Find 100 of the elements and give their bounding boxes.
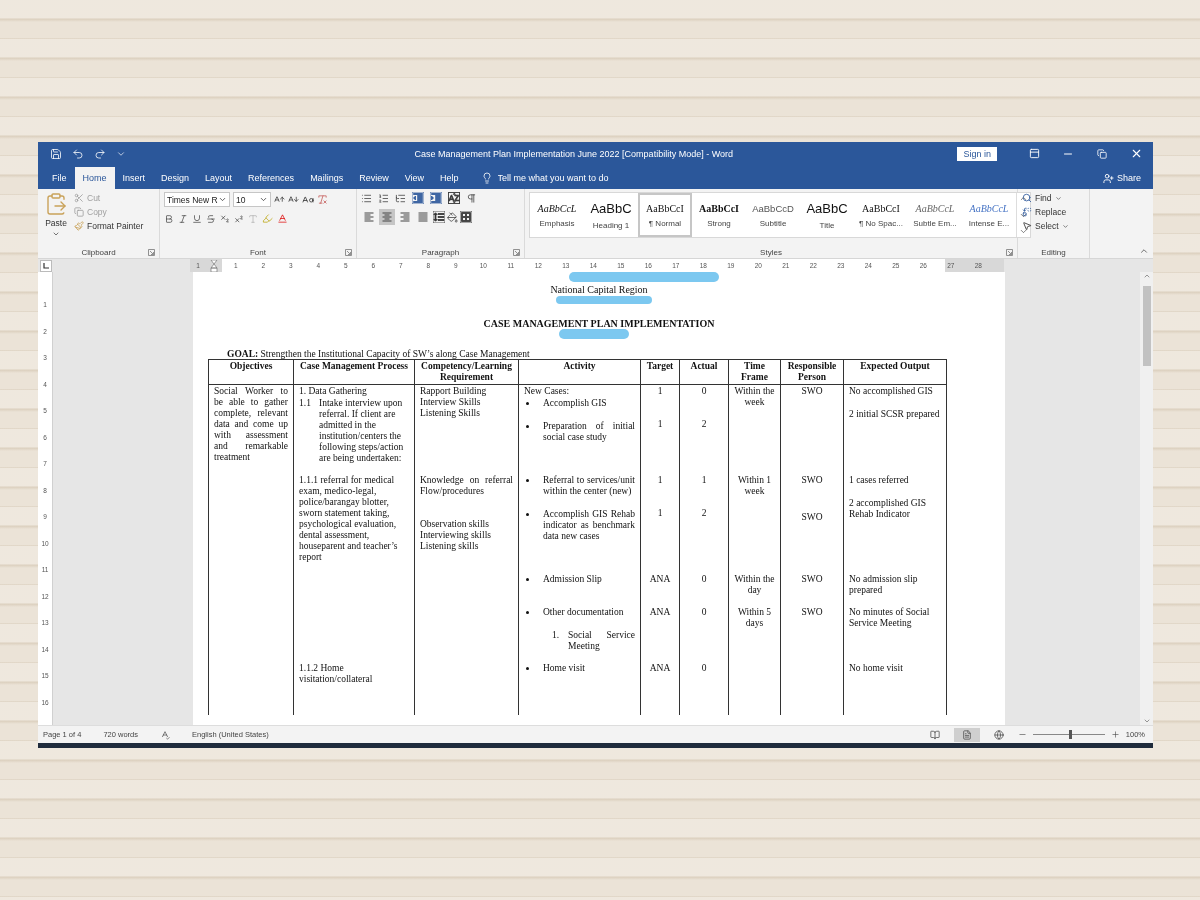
ribbon-tab[interactable]: Insert xyxy=(114,167,154,189)
dialog-launcher-icon[interactable] xyxy=(345,249,352,256)
cell-text: Admission Slip xyxy=(543,574,602,585)
scroll-thumb[interactable] xyxy=(1142,286,1151,366)
more-icon[interactable] xyxy=(1019,227,1028,236)
increase-indent-icon[interactable] xyxy=(430,192,442,204)
group-label: Styles xyxy=(760,247,782,257)
redo-icon[interactable] xyxy=(94,147,106,160)
underline-icon[interactable] xyxy=(192,213,202,224)
font-size-field[interactable]: 10 xyxy=(233,192,271,207)
scroll-down-button[interactable] xyxy=(1142,717,1151,725)
cell-text: Rapport Building Interview Skills Listening Skills xyxy=(420,386,488,419)
cell-text: SWO xyxy=(800,607,824,618)
caret-icon xyxy=(259,195,268,204)
find-button[interactable]: Find xyxy=(1022,192,1069,204)
shading-icon[interactable] xyxy=(447,211,458,223)
cell-text: SWO xyxy=(800,574,824,585)
grow-font-icon[interactable] xyxy=(274,194,285,205)
select-button[interactable]: Select xyxy=(1022,220,1069,232)
ribbon-tab[interactable]: View xyxy=(396,167,432,189)
column-header: Objectives xyxy=(208,359,294,385)
replace-button[interactable]: Replace xyxy=(1022,206,1069,218)
sort-icon[interactable] xyxy=(448,192,460,204)
ribbon-tab[interactable]: Design xyxy=(153,167,198,189)
cell-text: No home visit xyxy=(849,663,904,674)
collapse-ribbon-button[interactable] xyxy=(1139,246,1149,256)
style-item[interactable]: AaBbCcI ¶ Normal xyxy=(638,193,692,237)
column-header: Responsible Person xyxy=(780,359,844,385)
bullets-icon[interactable] xyxy=(361,192,372,204)
column-header: Case Management Process xyxy=(293,359,415,385)
cell-text: 1 xyxy=(656,508,664,519)
tell-me-field[interactable]: Tell me what you want to do xyxy=(497,173,658,183)
align-button[interactable] xyxy=(379,209,395,225)
ribbon-tab[interactable]: Home xyxy=(74,167,115,189)
dialog-launcher-icon[interactable] xyxy=(1006,249,1013,256)
change-case-icon[interactable] xyxy=(302,193,314,206)
font-name-field[interactable]: Times New R xyxy=(164,192,230,207)
cell-text: 1. Data Gathering xyxy=(299,386,368,397)
ribbon-tab[interactable]: References xyxy=(240,167,303,189)
tab-selector-button[interactable] xyxy=(40,260,52,272)
column-header: Competency/Learning Requirement xyxy=(414,359,519,385)
cell-text: 0 xyxy=(700,663,708,674)
italic-icon[interactable] xyxy=(178,213,188,224)
zoom-thumb[interactable] xyxy=(1068,730,1072,739)
dialog-launcher-icon[interactable] xyxy=(513,249,520,256)
font-color-icon[interactable] xyxy=(277,213,288,224)
clear-formatting-icon[interactable] xyxy=(317,194,328,205)
cell-text: Preparation of initial social case study xyxy=(543,421,635,443)
line-spacing-icon[interactable] xyxy=(433,211,445,223)
view-button[interactable] xyxy=(953,727,980,742)
bullet-icon xyxy=(526,425,529,428)
caret-icon xyxy=(52,230,60,238)
cell-text: SWO xyxy=(800,512,824,523)
cell-text: ANA xyxy=(648,607,672,618)
save-icon[interactable] xyxy=(50,147,62,160)
indent-marker-icon[interactable] xyxy=(210,259,218,272)
sign-in-button[interactable]: Sign in xyxy=(957,146,997,161)
ribbon-tab[interactable]: Review xyxy=(351,167,397,189)
ribbon-tab[interactable]: Layout xyxy=(197,167,241,189)
ribbon-tab[interactable]: File xyxy=(44,167,75,189)
undo-icon[interactable] xyxy=(72,147,84,160)
pilcrow-icon[interactable] xyxy=(466,192,477,204)
cell-text: Intake interview upon referral. If client are admitted in the institution/centers the following steps/action are being undertaken: xyxy=(319,398,405,464)
format-painter-button[interactable]: Format Painter xyxy=(74,220,144,232)
cell-text: 0 xyxy=(700,607,708,618)
cell-text: Within the day xyxy=(734,574,775,596)
column-header: Expected Output xyxy=(843,359,947,385)
chevron-down-icon xyxy=(1142,717,1151,725)
cell-text: Referral to services/unit within the center (new) xyxy=(543,475,635,497)
scroll-up-icon[interactable] xyxy=(1019,194,1028,203)
superscript-icon[interactable] xyxy=(234,213,244,224)
window-title: Case Management Plan Implementation June 2022 [Compatibility Mode] - Word xyxy=(413,148,734,159)
decrease-indent-icon[interactable] xyxy=(412,192,424,204)
cell-text: No minutes of Social Service Meeting xyxy=(849,607,931,629)
strikethrough-icon[interactable] xyxy=(206,213,216,224)
ribbon-tab[interactable]: Help xyxy=(432,167,467,189)
cell-text: 2 accomplished GIS Rehab Indicator xyxy=(849,498,928,520)
subscript-icon[interactable] xyxy=(220,213,230,224)
caret-icon xyxy=(218,195,227,204)
bold-icon[interactable] xyxy=(164,213,174,224)
cell-text: Within the week xyxy=(734,386,775,408)
group-label: Editing xyxy=(1041,247,1066,257)
redaction-mark xyxy=(559,329,629,339)
column-header: Target xyxy=(640,359,680,385)
pointer-icon xyxy=(1022,221,1032,231)
cell-text: 1 xyxy=(656,386,664,397)
proofing-icon[interactable] xyxy=(160,729,170,740)
scroll-up-button[interactable] xyxy=(1142,272,1151,280)
dialog-launcher-icon[interactable] xyxy=(148,249,155,256)
numbering-icon[interactable] xyxy=(378,192,389,204)
multilevel-list-icon[interactable] xyxy=(395,192,406,204)
borders-icon[interactable] xyxy=(460,211,472,223)
region-heading: National Capital Region xyxy=(550,284,648,295)
ribbon-tab[interactable]: Mailings xyxy=(302,167,352,189)
share-button[interactable]: Share xyxy=(1096,167,1147,189)
paste-button[interactable]: Paste xyxy=(42,192,70,246)
zoom-in-icon[interactable] xyxy=(1110,730,1120,739)
shrink-font-icon[interactable] xyxy=(288,194,299,205)
vertical-scrollbar[interactable] xyxy=(1140,272,1153,725)
cell-text: No admission slip prepared xyxy=(849,574,919,596)
